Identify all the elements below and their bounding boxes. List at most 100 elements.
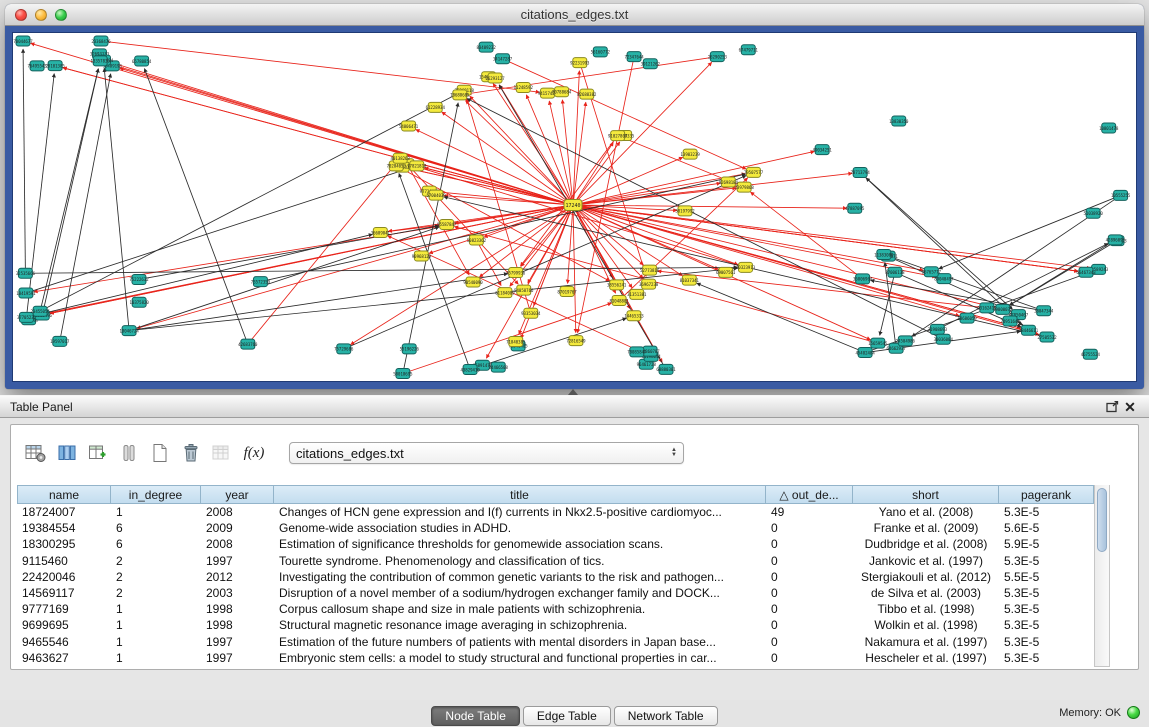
row-height-button[interactable]: [116, 440, 142, 466]
graph-edge[interactable]: [137, 206, 571, 329]
graph-node[interactable]: 42683760: [238, 339, 258, 349]
graph-node[interactable]: 47887095: [845, 203, 865, 213]
graph-node[interactable]: 45799936: [506, 268, 526, 278]
graph-edge[interactable]: [697, 283, 864, 352]
graph-edge[interactable]: [28, 168, 409, 292]
graph-node[interactable]: 56160772: [591, 47, 611, 57]
close-panel-icon[interactable]: ✕: [1121, 399, 1139, 415]
graph-node[interactable]: 75729686: [334, 344, 354, 354]
graph-node[interactable]: 68880301: [656, 364, 676, 374]
graph-node[interactable]: 58197992: [675, 206, 695, 216]
graph-node[interactable]: 87006138: [885, 267, 905, 277]
graph-edge[interactable]: [862, 174, 1013, 310]
network-table-selector[interactable]: citations_edges.txt ▲▼: [289, 442, 684, 464]
graph-node[interactable]: 46755524: [1081, 349, 1101, 359]
graph-edge[interactable]: [104, 68, 129, 328]
network-canvas[interactable]: 7004467765780854233684763269313398489193…: [13, 33, 1137, 382]
graph-edge[interactable]: [403, 103, 458, 372]
new-table-button[interactable]: [147, 440, 173, 466]
window-titlebar[interactable]: citations_edges.txt: [5, 4, 1144, 26]
graph-node[interactable]: 42896093: [1106, 235, 1126, 245]
graph-node[interactable]: 69007561: [716, 267, 736, 277]
table-row[interactable]: 969969511998Structural magnetic resonanc…: [17, 617, 1110, 633]
graph-node[interactable]: 27505532: [1037, 332, 1057, 342]
graph-node[interactable]: 76495543: [27, 61, 47, 71]
graph-node[interactable]: 55196226: [400, 344, 420, 354]
table-row[interactable]: 946362711997Embryonic stem cells: a mode…: [17, 650, 1110, 666]
graph-node[interactable]: 92231993: [570, 58, 590, 68]
graph-node[interactable]: 54058766: [514, 285, 534, 295]
graph-node[interactable]: 13830350: [889, 116, 909, 126]
graph-edge[interactable]: [891, 257, 1041, 310]
graph-node[interactable]: 65780854: [132, 56, 152, 66]
graph-node[interactable]: 66467343: [1076, 267, 1096, 277]
graph-node[interactable]: 23368476: [91, 36, 111, 46]
network-view[interactable]: 7004467765780854233684763269313398489193…: [12, 32, 1137, 382]
graph-node[interactable]: 40138263: [391, 153, 411, 163]
graph-node[interactable]: 11248592: [514, 82, 534, 92]
graph-node[interactable]: 34466508: [489, 362, 509, 372]
graph-edge[interactable]: [526, 95, 572, 203]
graph-edge[interactable]: [574, 62, 711, 203]
graph-node[interactable]: 10801478: [1099, 123, 1119, 133]
graph-edge[interactable]: [575, 183, 720, 205]
graph-edge[interactable]: [575, 205, 847, 208]
column-header[interactable]: year: [201, 485, 274, 504]
graph-edge[interactable]: [144, 68, 247, 342]
graph-node[interactable]: 79507577: [744, 167, 764, 177]
graph-node[interactable]: 67479711: [739, 45, 759, 55]
graph-edge[interactable]: [27, 267, 737, 273]
graph-node[interactable]: 90540090: [463, 277, 483, 287]
graph-node[interactable]: 77821810: [407, 161, 427, 171]
table-row[interactable]: 1830029562008Estimation of significance …: [17, 536, 1110, 552]
column-header[interactable]: △ out_de...: [766, 485, 853, 504]
graph-edge[interactable]: [575, 205, 1091, 268]
graph-node[interactable]: 24504986: [896, 336, 916, 346]
column-header[interactable]: name: [17, 485, 111, 504]
column-header[interactable]: in_degree: [111, 485, 201, 504]
graph-node[interactable]: 95587847: [437, 219, 457, 229]
graph-edge[interactable]: [573, 71, 579, 203]
graph-node[interactable]: 31351381: [627, 289, 647, 299]
graph-edge[interactable]: [750, 192, 861, 278]
graph-node[interactable]: 51038920: [1083, 208, 1103, 218]
graph-node[interactable]: 18419591: [16, 288, 36, 298]
graph-edge[interactable]: [415, 166, 744, 267]
graph-edge[interactable]: [63, 68, 571, 205]
table-row[interactable]: 946554611997Estimation of the future num…: [17, 634, 1110, 650]
graph-node[interactable]: 61184089: [495, 288, 515, 298]
graph-node[interactable]: 86765777: [922, 267, 942, 277]
graph-node[interactable]: 75222632: [129, 274, 149, 284]
graph-node[interactable]: 74951643: [1000, 316, 1020, 326]
graph-node[interactable]: 40323913: [736, 262, 756, 272]
graph-node[interactable]: 38556241: [607, 280, 627, 290]
graph-node[interactable]: 10375820: [130, 297, 150, 307]
graph-node[interactable]: 36689841: [371, 227, 391, 237]
graph-node[interactable]: 15659545: [868, 338, 888, 348]
graph-node[interactable]: 14465313: [624, 311, 644, 321]
graph-edge[interactable]: [43, 69, 99, 313]
graph-node[interactable]: 11383080: [874, 249, 894, 259]
graph-node[interactable]: 78688685: [450, 90, 470, 100]
graph-node[interactable]: 78085847: [627, 347, 647, 357]
graph-node[interactable]: 71840385: [506, 337, 526, 347]
graph-node[interactable]: 80788684: [552, 87, 572, 97]
table-row[interactable]: 911546021997Tourette syndrome. Phenomeno…: [17, 553, 1110, 569]
minimize-window-icon[interactable]: [35, 9, 47, 21]
graph-node[interactable]: 82688382: [577, 89, 597, 99]
table-row[interactable]: 1456911722003Disruption of a novel membe…: [17, 585, 1110, 601]
graph-node[interactable]: 28101385: [46, 61, 66, 71]
graph-edge[interactable]: [549, 101, 572, 203]
graph-edge[interactable]: [454, 227, 875, 343]
float-panel-icon[interactable]: [1103, 399, 1121, 415]
graph-node[interactable]: 19597017: [50, 336, 70, 346]
graph-node[interactable]: 73572359: [251, 277, 271, 287]
graph-edge[interactable]: [111, 63, 571, 205]
graph-node[interactable]: 32535666: [16, 268, 36, 278]
graph-edge[interactable]: [351, 206, 572, 345]
graph-node[interactable]: 70044677: [13, 36, 33, 46]
table-scrollbar-track[interactable]: [1094, 485, 1110, 667]
graph-node[interactable]: 39121262: [641, 59, 661, 69]
graph-edge[interactable]: [573, 207, 576, 333]
show-columns-button[interactable]: [54, 440, 80, 466]
